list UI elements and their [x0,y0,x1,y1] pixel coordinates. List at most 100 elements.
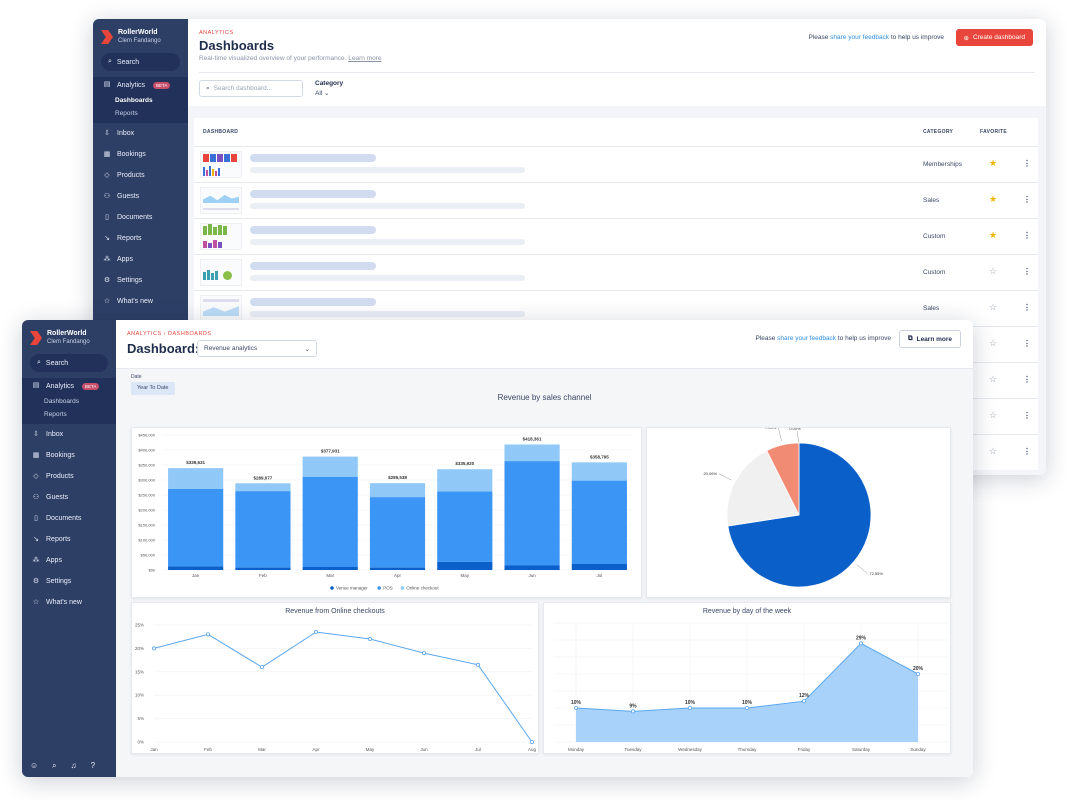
sidebar-item-bookings[interactable]: ▦ Bookings [93,144,188,165]
bar-total-label: $335,920 [455,461,474,466]
plus-icon: ⊕ [963,34,969,42]
line-point [259,665,264,670]
user-icon[interactable]: ☺ [30,761,38,771]
sidebar-item-documents[interactable]: ▯ Documents [22,508,116,529]
bar-segment [571,564,627,570]
sidebar-item-dashboards[interactable]: Dashboards [44,395,116,408]
pie-label: 72.55% [869,571,883,576]
area-point [915,672,920,677]
x-tick-label: Monday [568,747,585,752]
sidebar-item-apps[interactable]: ⁂ Apps [22,550,116,571]
sidebar-item-reports-sub[interactable]: Reports [115,107,188,120]
sidebar-item-label: What's new [46,599,82,606]
guests-icon: ⚇ [32,493,40,501]
favorite-star-icon[interactable]: ☆ [989,338,997,349]
bar-segment [369,567,426,570]
breadcrumb-dashboards[interactable]: DASHBOARDS [168,331,212,337]
sidebar-item-settings[interactable]: ⚙ Settings [22,571,116,592]
search-dashboard-input[interactable]: ⌕ Search dashboard... [199,80,303,97]
sidebar-search[interactable]: ⌕ Search [101,53,180,71]
bell-icon[interactable]: ♫ [71,761,77,771]
sidebar-item-inbox[interactable]: ⇩ Inbox [22,424,116,445]
more-options-icon[interactable]: ⋮ [1023,339,1031,348]
sidebar-item-reports[interactable]: ↘ Reports [22,529,116,550]
more-options-icon[interactable]: ⋮ [1023,159,1031,168]
sidebar-item-analytics[interactable]: ▤ Analytics BETA [93,77,188,93]
sidebar-item-products[interactable]: ◇ Products [93,165,188,186]
more-options-icon[interactable]: ⋮ [1023,375,1031,384]
dashboard-thumbnail [200,151,242,178]
dashboard-select[interactable]: Revenue analytics ⌄ [197,340,317,357]
favorite-star-icon[interactable]: ★ [989,158,997,169]
sidebar-item-guests[interactable]: ⚇ Guests [93,186,188,207]
tag-icon: ◇ [33,472,39,480]
sidebar-item-label: Products [46,473,74,480]
chevron-down-icon: ⌄ [304,345,310,353]
feedback-link[interactable]: share your feedback [830,34,889,41]
sidebar-item-label: Guests [117,193,140,200]
brand-name: RollerWorld [118,29,158,36]
sidebar-item-what-s-new[interactable]: ☆ What's new [93,291,188,312]
favorite-star-icon[interactable]: ☆ [989,410,997,421]
sidebar-item-dashboards[interactable]: Dashboards [115,94,188,107]
bar-segment [437,561,493,570]
bar-total-label: $289,538 [388,475,407,480]
sidebar-item-label: Settings [117,277,143,284]
x-tick-label: Jul [475,747,481,752]
sidebar-item-reports[interactable]: ↘ Reports [93,228,188,249]
legend-marker [400,586,405,590]
sidebar-item-products[interactable]: ◇ Products [22,466,116,487]
table-row[interactable]: Custom ☆ ⋮ [194,254,1038,290]
search-icon: ⌕ [108,58,112,65]
sidebar-search[interactable]: ⌕ Search [30,354,108,372]
more-options-icon[interactable]: ⋮ [1023,447,1031,456]
more-options-icon[interactable]: ⋮ [1023,411,1031,420]
search-icon: ⌕ [206,84,210,92]
x-tick-label: Mar [258,747,266,752]
more-options-icon[interactable]: ⋮ [1023,267,1031,276]
favorite-star-icon[interactable]: ☆ [989,302,997,313]
favorite-star-icon[interactable]: ☆ [989,266,997,277]
table-row[interactable]: Memberships ★ ⋮ [194,146,1038,182]
sidebar-item-bookings[interactable]: ▦ Bookings [22,445,116,466]
favorite-star-icon[interactable]: ★ [989,230,997,241]
sidebar-item-guests[interactable]: ⚇ Guests [22,487,116,508]
favorite-star-icon[interactable]: ☆ [989,374,997,385]
sidebar-item-settings[interactable]: ⚙ Settings [93,270,188,291]
sidebar-item-inbox[interactable]: ⇩ Inbox [93,123,188,144]
bar-segment [504,565,560,570]
help-icon[interactable]: ? [91,761,95,771]
sidebar-item-analytics[interactable]: ▤ Analytics BETA [22,378,116,394]
more-options-icon[interactable]: ⋮ [1023,195,1031,204]
line-chart: 0% 5% 10% 15% 20% 25% Jan Feb Mar Apr May Jun Jul Aug [135,623,537,753]
title-placeholder [250,262,376,270]
row-category: Memberships [923,161,963,168]
inbox-icon: ⇩ [33,430,39,438]
breadcrumb-analytics[interactable]: ANALYTICS [127,331,162,337]
create-dashboard-button[interactable]: ⊕ Create dashboard [955,29,1033,46]
more-options-icon[interactable]: ⋮ [1023,303,1031,312]
search-icon[interactable]: ⌕ [52,761,56,771]
favorite-star-icon[interactable]: ☆ [989,446,997,457]
x-tick-label: Feb [204,747,212,752]
favorite-star-icon[interactable]: ★ [989,194,997,205]
sidebar-item-label: Documents [117,214,153,221]
feedback-link[interactable]: share your feedback [777,335,836,342]
sidebar-item-documents[interactable]: ▯ Documents [93,207,188,228]
area-point [858,641,863,646]
sidebar-item-label: Bookings [117,151,146,158]
sidebar-item-reports-sub[interactable]: Reports [44,408,116,421]
table-row[interactable]: Sales ★ ⋮ [194,182,1038,218]
learn-more-button[interactable]: ⧉ Learn more [898,330,961,348]
table-row[interactable]: Custom ★ ⋮ [194,218,1038,254]
page-description: Real-time visualized overview of your pe… [199,55,382,62]
more-options-icon[interactable]: ⋮ [1023,231,1031,240]
sidebar-item-apps[interactable]: ⁂ Apps [93,249,188,270]
sidebar-item-label: Inbox [46,431,64,438]
category-filter[interactable]: Category All ⌄ [315,80,343,97]
learn-more-link[interactable]: Learn more [348,55,381,62]
y-tick-label: 25% [135,623,144,628]
title-placeholder [250,190,376,198]
page-title: Dashboard: [127,341,200,356]
sidebar-item-what-s-new[interactable]: ☆ What's new [22,592,116,613]
